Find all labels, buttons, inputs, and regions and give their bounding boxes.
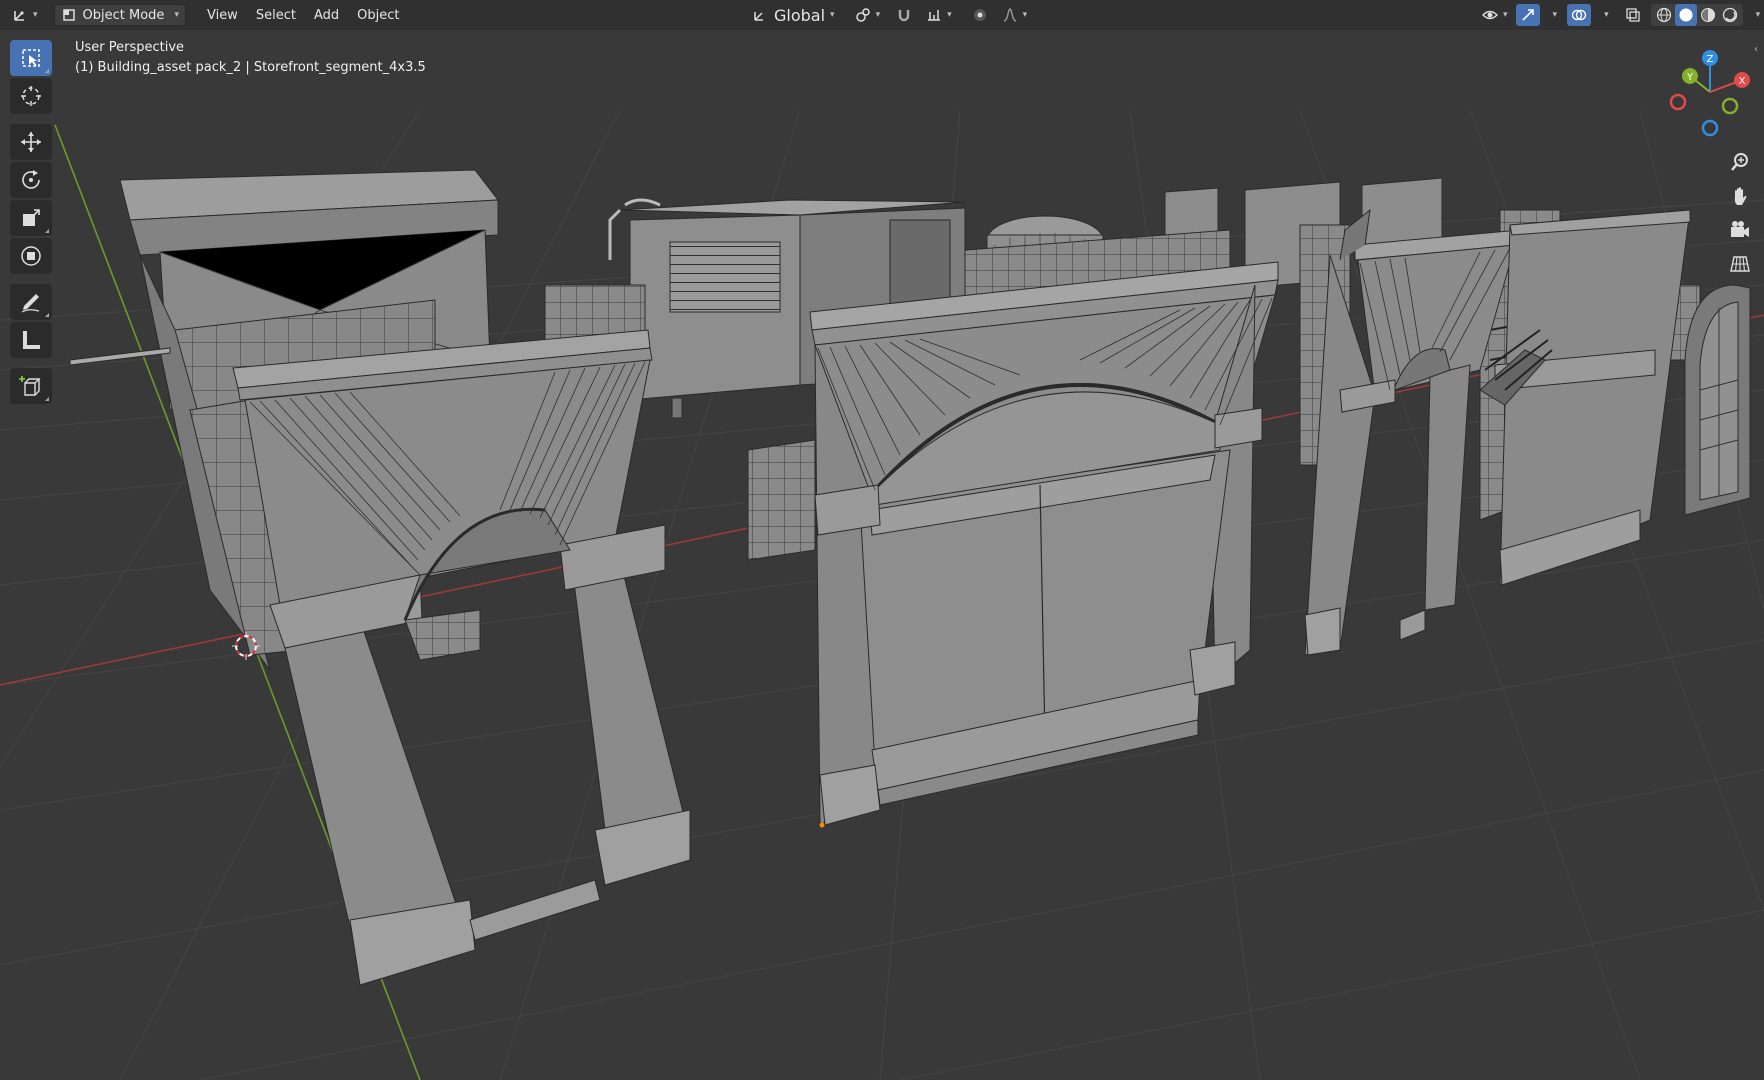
material-shading-button[interactable]: [1697, 4, 1719, 26]
rendered-shading-button[interactable]: [1719, 4, 1741, 26]
axes-icon: [14, 11, 24, 21]
falloff-curve-icon: [1003, 8, 1016, 22]
menu-add[interactable]: Add: [305, 4, 348, 26]
chevron-down-icon: ▾: [33, 10, 38, 20]
tool-options-corner: [45, 397, 49, 401]
eye-icon: [1482, 10, 1498, 20]
menu-select[interactable]: Select: [247, 4, 305, 26]
magnet-icon: [898, 10, 910, 22]
gizmo-toggle[interactable]: [1515, 4, 1540, 26]
x-axis-label: X: [1739, 76, 1746, 87]
proportional-edit-toggle[interactable]: [966, 4, 994, 26]
view-perspective-label: User Perspective: [75, 40, 185, 55]
overlays-dropdown[interactable]: ▾: [1593, 4, 1615, 26]
scale-icon: [23, 209, 40, 226]
proportional-edit-icon: [973, 9, 986, 21]
camera-view-button[interactable]: [1724, 214, 1756, 246]
camera-icon: [1731, 221, 1749, 237]
sidebar-toggle-chevron[interactable]: ‹: [1754, 44, 1758, 55]
gizmo-dropdown[interactable]: ▾: [1542, 4, 1564, 26]
transform-icon: [21, 246, 41, 266]
pan-button[interactable]: [1724, 180, 1756, 212]
chevron-down-icon: ▾: [1604, 10, 1609, 20]
transform-tools: Global ▾ ▾ ▾ ▾: [744, 4, 1033, 26]
chevron-down-icon: ▾: [1755, 10, 1761, 20]
measure-tool[interactable]: [10, 322, 52, 358]
snap-target-dropdown[interactable]: ▾: [920, 4, 958, 26]
chevron-down-icon: ▾: [830, 10, 835, 20]
tool-shelf: [10, 40, 52, 406]
annotate-icon: [21, 294, 40, 313]
transform-orientation-dropdown[interactable]: Global ▾: [746, 4, 841, 26]
select-box-icon: [22, 49, 40, 67]
pivot-icon: [855, 8, 870, 22]
cursor-tool[interactable]: [10, 78, 52, 114]
gizmo-icon: [1521, 9, 1534, 21]
rotate-tool[interactable]: [10, 162, 52, 198]
wireframe-sphere-icon: [1656, 7, 1671, 23]
measure-icon: [23, 331, 40, 349]
cursor-icon: [21, 86, 41, 106]
rotate-icon: [22, 170, 40, 189]
tool-options-corner: [45, 229, 49, 233]
zoom-button[interactable]: [1724, 146, 1756, 178]
neg-z-handle[interactable]: [1701, 119, 1719, 137]
scene-render: [0, 109, 1764, 1080]
xray-toggle[interactable]: [1619, 4, 1647, 26]
zoom-icon: [1731, 153, 1748, 171]
select-box-tool[interactable]: [10, 40, 52, 76]
overlays-toggle[interactable]: [1567, 4, 1592, 26]
shading-modes: [1650, 4, 1743, 26]
menu-view[interactable]: View: [198, 4, 247, 26]
chevron-down-icon: ▾: [174, 10, 179, 20]
move-icon: [21, 132, 41, 152]
transform-tool[interactable]: [10, 238, 52, 274]
active-object-label: (1) Building_asset pack_2 | Storefront_s…: [75, 60, 426, 75]
overlays-icon: [1571, 9, 1587, 21]
scale-tool[interactable]: [10, 200, 52, 236]
hand-icon: [1734, 187, 1747, 205]
chevron-down-icon: ▾: [1022, 10, 1028, 20]
mode-label: Object Mode: [82, 7, 165, 23]
tool-options-corner: [45, 69, 49, 73]
orientation-icon: [754, 12, 763, 21]
grid-icon: [1730, 256, 1750, 272]
falloff-dropdown[interactable]: ▾: [996, 4, 1034, 26]
chevron-down-icon: ▾: [1552, 10, 1558, 20]
neg-y-handle[interactable]: [1721, 97, 1739, 115]
mode-dropdown[interactable]: Object Mode ▾: [53, 4, 186, 26]
wireframe-shading-button[interactable]: [1653, 4, 1675, 26]
pivot-point-dropdown[interactable]: ▾: [849, 4, 887, 26]
neg-x-handle[interactable]: [1669, 93, 1687, 111]
3d-cursor-icon[interactable]: [230, 630, 262, 662]
rendered-sphere-icon: [1722, 7, 1737, 23]
storefront-arch-left: [232, 329, 691, 986]
3d-viewport[interactable]: User Perspective (1) Building_asset pack…: [0, 30, 1764, 1080]
add-cube-tool[interactable]: [10, 368, 52, 404]
navigation-gizmo[interactable]: Z X Y: [1660, 40, 1760, 140]
xray-icon: [1625, 8, 1640, 22]
add-cube-icon: [19, 376, 41, 396]
z-axis-label: Z: [1707, 54, 1714, 65]
viewport-display-tools: ▾ ▾ ▾ ▾: [1474, 4, 1764, 26]
tool-options-corner: [45, 313, 49, 317]
object-mode-icon: [62, 9, 75, 21]
y-axis-label: Y: [1686, 72, 1694, 83]
annotate-tool[interactable]: [10, 284, 52, 320]
solid-sphere-icon: [1679, 8, 1693, 22]
chevron-down-icon: ▾: [1503, 10, 1508, 20]
material-sphere-icon: [1700, 8, 1715, 22]
visibility-dropdown[interactable]: ▾: [1476, 4, 1514, 26]
orientation-label: Global: [774, 5, 826, 25]
menu-object[interactable]: Object: [348, 4, 408, 26]
toggle-ortho-button[interactable]: [1724, 248, 1756, 280]
move-tool[interactable]: [10, 124, 52, 160]
chevron-down-icon: ▾: [947, 10, 952, 20]
snap-toggle[interactable]: [890, 4, 918, 26]
snap-increment-icon: [928, 10, 941, 21]
editor-type-button[interactable]: ▾: [6, 4, 44, 26]
chevron-down-icon: ▾: [875, 10, 881, 20]
solid-shading-button[interactable]: [1674, 4, 1697, 26]
shading-dropdown[interactable]: ▾: [1745, 4, 1764, 26]
